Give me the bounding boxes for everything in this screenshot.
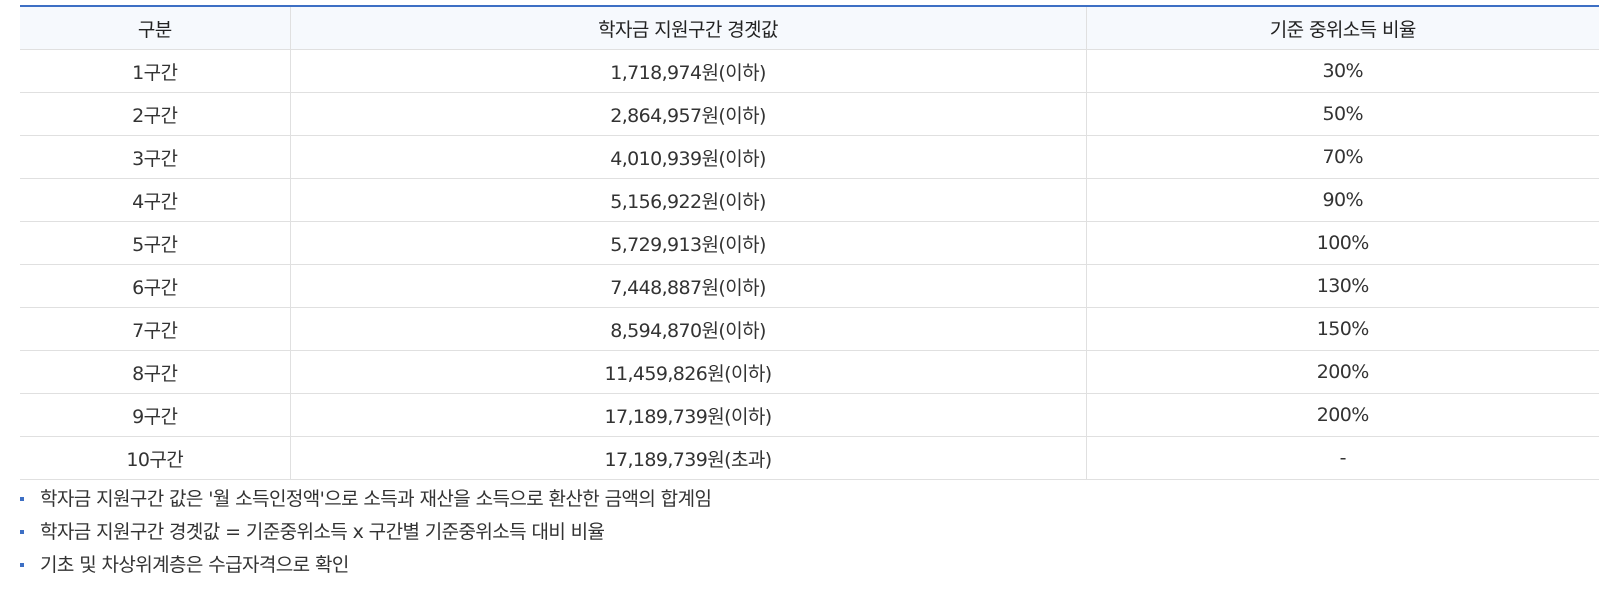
cell-threshold: 11,459,826원(이하)	[289, 350, 1086, 394]
header-threshold: 학자금 지원구간 경곗값	[289, 6, 1086, 50]
cell-ratio: 200%	[1085, 350, 1599, 394]
cell-bracket: 3구간	[20, 135, 290, 179]
note-item: 기초 및 차상위계층은 수급자격으로 확인	[20, 549, 711, 582]
cell-ratio: 200%	[1085, 393, 1599, 437]
note-text: 학자금 지원구간 값은 '월 소득인정액'으로 소득과 재산을 소득으로 환산한…	[40, 488, 712, 510]
cell-bracket: 9구간	[20, 393, 290, 437]
cell-bracket: 10구간	[20, 436, 290, 480]
table-row: 10구간 17,189,739원(초과) -	[20, 436, 1599, 480]
table-row: 2구간 2,864,957원(이하) 50%	[20, 92, 1599, 136]
table-row: 5구간 5,729,913원(이하) 100%	[20, 221, 1599, 265]
cell-ratio: 100%	[1085, 221, 1599, 265]
note-text: 기초 및 차상위계층은 수급자격으로 확인	[40, 554, 349, 576]
square-bullet-icon	[20, 530, 24, 534]
square-bullet-icon	[20, 497, 24, 501]
cell-bracket: 8구간	[20, 350, 290, 394]
cell-threshold: 2,864,957원(이하)	[289, 92, 1086, 136]
table-row: 7구간 8,594,870원(이하) 150%	[20, 307, 1599, 351]
cell-bracket: 6구간	[20, 264, 290, 308]
cell-bracket: 2구간	[20, 92, 290, 136]
note-item: 학자금 지원구간 값은 '월 소득인정액'으로 소득과 재산을 소득으로 환산한…	[20, 483, 712, 516]
cell-bracket: 5구간	[20, 221, 290, 265]
cell-ratio: 130%	[1085, 264, 1599, 308]
note-item: 학자금 지원구간 경곗값 = 기준중위소득 x 구간별 기준중위소득 대비 비율	[20, 516, 711, 549]
notes-list: 학자금 지원구간 값은 '월 소득인정액'으로 소득과 재산을 소득으로 환산한…	[20, 483, 712, 582]
cell-ratio: 30%	[1085, 49, 1599, 93]
header-bracket: 구분	[20, 6, 290, 50]
header-row: 구분 학자금 지원구간 경곗값 기준 중위소득 비율	[20, 6, 1599, 50]
table-row: 3구간 4,010,939원(이하) 70%	[20, 135, 1599, 179]
table-body: 1구간 1,718,974원(이하) 30% 2구간 2,864,957원(이하…	[20, 49, 1599, 480]
cell-bracket: 1구간	[20, 49, 290, 93]
content-wrapper: 구분 학자금 지원구간 경곗값 기준 중위소득 비율 1구간 1,718,974…	[20, 5, 1599, 576]
cell-threshold: 7,448,887원(이하)	[289, 264, 1086, 308]
table-row: 6구간 7,448,887원(이하) 130%	[20, 264, 1599, 308]
cell-ratio: 150%	[1085, 307, 1599, 351]
table-row: 1구간 1,718,974원(이하) 30%	[20, 49, 1599, 93]
cell-threshold: 1,718,974원(이하)	[289, 49, 1086, 93]
cell-bracket: 7구간	[20, 307, 290, 351]
cell-threshold: 17,189,739원(이하)	[289, 393, 1086, 437]
cell-threshold: 17,189,739원(초과)	[289, 436, 1086, 480]
cell-ratio: 70%	[1085, 135, 1599, 179]
cell-threshold: 8,594,870원(이하)	[289, 307, 1086, 351]
square-bullet-icon	[20, 563, 24, 567]
table-header: 구분 학자금 지원구간 경곗값 기준 중위소득 비율	[20, 6, 1599, 50]
header-median-ratio: 기준 중위소득 비율	[1085, 6, 1599, 50]
cell-threshold: 5,729,913원(이하)	[289, 221, 1086, 265]
table-row: 9구간 17,189,739원(이하) 200%	[20, 393, 1599, 437]
table-row: 4구간 5,156,922원(이하) 90%	[20, 178, 1599, 222]
cell-bracket: 4구간	[20, 178, 290, 222]
cell-ratio: 90%	[1085, 178, 1599, 222]
note-text: 학자금 지원구간 경곗값 = 기준중위소득 x 구간별 기준중위소득 대비 비율	[40, 521, 605, 543]
cell-threshold: 4,010,939원(이하)	[289, 135, 1086, 179]
support-bracket-table: 구분 학자금 지원구간 경곗값 기준 중위소득 비율 1구간 1,718,974…	[20, 5, 1599, 480]
cell-threshold: 5,156,922원(이하)	[289, 178, 1086, 222]
cell-ratio: -	[1085, 436, 1599, 480]
table-row: 8구간 11,459,826원(이하) 200%	[20, 350, 1599, 394]
cell-ratio: 50%	[1085, 92, 1599, 136]
